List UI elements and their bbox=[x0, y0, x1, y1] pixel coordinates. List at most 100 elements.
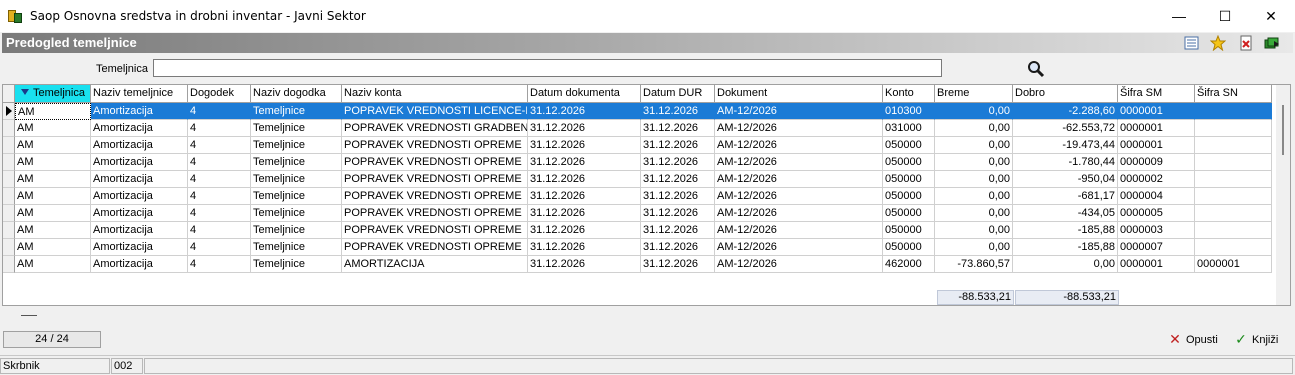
row-indicator[interactable] bbox=[3, 154, 15, 171]
table-cell[interactable]: AM bbox=[15, 137, 91, 154]
table-cell[interactable]: Amortizacija bbox=[91, 171, 188, 188]
table-cell[interactable]: -1.780,44 bbox=[1013, 154, 1118, 171]
table-cell[interactable]: 31.12.2026 bbox=[528, 239, 641, 256]
table-cell[interactable]: 0000001 bbox=[1118, 120, 1195, 137]
table-cell[interactable]: 4 bbox=[188, 171, 251, 188]
table-cell[interactable]: 031000 bbox=[883, 120, 935, 137]
table-cell[interactable]: 31.12.2026 bbox=[528, 137, 641, 154]
post-button[interactable]: ✓ Knjiži bbox=[1234, 330, 1278, 350]
table-cell[interactable]: 31.12.2026 bbox=[641, 239, 715, 256]
table-row[interactable]: AM Amortizacija 4 Temeljnice POPRAVEK VREDNO… bbox=[3, 171, 1272, 188]
table-cell[interactable]: 31.12.2026 bbox=[528, 256, 641, 273]
search-input[interactable] bbox=[153, 59, 942, 77]
table-cell[interactable]: AM bbox=[15, 154, 91, 171]
column-header-6[interactable]: Datum DUR bbox=[641, 85, 715, 103]
table-cell[interactable]: 0,00 bbox=[935, 120, 1013, 137]
table-cell[interactable]: 31.12.2026 bbox=[641, 120, 715, 137]
table-cell[interactable]: 4 bbox=[188, 120, 251, 137]
column-header-12[interactable]: Šifra SN bbox=[1195, 85, 1272, 103]
column-header-4[interactable]: Naziv konta bbox=[342, 85, 528, 103]
close-button[interactable]: ✕ bbox=[1248, 0, 1294, 32]
table-cell[interactable]: 31.12.2026 bbox=[641, 154, 715, 171]
table-row[interactable]: AM Amortizacija 4 Temeljnice POPRAVEK VREDNO… bbox=[3, 103, 1272, 120]
row-indicator[interactable] bbox=[3, 256, 15, 273]
table-cell[interactable]: AM bbox=[15, 171, 91, 188]
table-cell[interactable]: Amortizacija bbox=[91, 137, 188, 154]
table-cell[interactable]: Amortizacija bbox=[91, 205, 188, 222]
table-cell[interactable]: 0000002 bbox=[1118, 171, 1195, 188]
table-cell[interactable] bbox=[1195, 120, 1272, 137]
column-header-5[interactable]: Datum dokumenta bbox=[528, 85, 641, 103]
table-cell[interactable]: 050000 bbox=[883, 171, 935, 188]
table-cell[interactable]: 31.12.2026 bbox=[528, 188, 641, 205]
table-cell[interactable]: Temeljnice bbox=[251, 120, 342, 137]
table-cell[interactable]: 0,00 bbox=[935, 171, 1013, 188]
column-header-7[interactable]: Dokument bbox=[715, 85, 883, 103]
table-cell[interactable]: 0000009 bbox=[1118, 154, 1195, 171]
maximize-button[interactable]: ☐ bbox=[1202, 0, 1248, 32]
table-cell[interactable]: 31.12.2026 bbox=[641, 188, 715, 205]
row-indicator[interactable] bbox=[3, 222, 15, 239]
table-cell[interactable]: 4 bbox=[188, 137, 251, 154]
table-cell[interactable]: AM-12/2026 bbox=[715, 154, 883, 171]
table-cell[interactable]: 4 bbox=[188, 205, 251, 222]
table-cell[interactable]: 050000 bbox=[883, 137, 935, 154]
table-row[interactable]: AM Amortizacija 4 Temeljnice AMORTIZACIJA 31.… bbox=[3, 256, 1272, 273]
table-cell[interactable]: Temeljnice bbox=[251, 256, 342, 273]
table-cell[interactable]: 0,00 bbox=[935, 205, 1013, 222]
table-cell[interactable]: Temeljnice bbox=[251, 222, 342, 239]
favorite-star-icon[interactable] bbox=[1210, 35, 1226, 51]
table-cell[interactable]: 4 bbox=[188, 154, 251, 171]
table-row[interactable]: AM Amortizacija 4 Temeljnice POPRAVEK VREDNO… bbox=[3, 188, 1272, 205]
table-cell[interactable]: POPRAVEK VREDNOSTI OPREME bbox=[342, 205, 528, 222]
table-cell[interactable]: 4 bbox=[188, 256, 251, 273]
table-cell[interactable]: 4 bbox=[188, 103, 251, 120]
table-cell[interactable]: 0,00 bbox=[935, 103, 1013, 120]
vertical-scrollbar[interactable] bbox=[1276, 85, 1290, 305]
table-cell[interactable]: -19.473,44 bbox=[1013, 137, 1118, 154]
table-cell[interactable] bbox=[1195, 171, 1272, 188]
table-cell[interactable]: 050000 bbox=[883, 205, 935, 222]
table-cell[interactable] bbox=[1195, 222, 1272, 239]
table-cell[interactable]: 31.12.2026 bbox=[528, 205, 641, 222]
table-cell[interactable]: Temeljnice bbox=[251, 188, 342, 205]
table-cell[interactable]: AM bbox=[15, 188, 91, 205]
table-cell[interactable]: AM bbox=[15, 256, 91, 273]
table-cell[interactable]: Temeljnice bbox=[251, 137, 342, 154]
table-row[interactable]: AM Amortizacija 4 Temeljnice POPRAVEK VREDNO… bbox=[3, 137, 1272, 154]
table-cell[interactable]: 31.12.2026 bbox=[528, 103, 641, 120]
table-cell[interactable]: 0000001 bbox=[1118, 256, 1195, 273]
table-cell[interactable]: 31.12.2026 bbox=[641, 205, 715, 222]
table-cell[interactable]: 31.12.2026 bbox=[641, 256, 715, 273]
table-cell[interactable]: 0000007 bbox=[1118, 239, 1195, 256]
scrollbar-thumb[interactable] bbox=[1282, 105, 1284, 155]
table-cell[interactable]: AM-12/2026 bbox=[715, 171, 883, 188]
table-cell[interactable]: 0,00 bbox=[935, 188, 1013, 205]
table-cell[interactable]: 0,00 bbox=[935, 222, 1013, 239]
minimize-button[interactable]: — bbox=[1156, 0, 1202, 32]
table-cell[interactable]: POPRAVEK VREDNOSTI OPREME bbox=[342, 137, 528, 154]
table-cell[interactable]: POPRAVEK VREDNOSTI LICENCE-Prog bbox=[342, 103, 528, 120]
column-header-0[interactable]: Temeljnica bbox=[15, 85, 91, 103]
table-cell[interactable]: 0000001 bbox=[1195, 256, 1272, 273]
column-header-1[interactable]: Naziv temeljnice bbox=[91, 85, 188, 103]
table-cell[interactable]: AM-12/2026 bbox=[715, 239, 883, 256]
row-indicator[interactable] bbox=[3, 120, 15, 137]
row-indicator[interactable] bbox=[3, 171, 15, 188]
table-cell[interactable]: AM-12/2026 bbox=[715, 103, 883, 120]
table-cell[interactable]: 31.12.2026 bbox=[528, 154, 641, 171]
table-cell[interactable]: -73.860,57 bbox=[935, 256, 1013, 273]
table-cell[interactable]: AM-12/2026 bbox=[715, 120, 883, 137]
table-cell[interactable]: AM bbox=[15, 222, 91, 239]
row-indicator[interactable] bbox=[3, 239, 15, 256]
table-cell[interactable]: AM-12/2026 bbox=[715, 137, 883, 154]
table-cell[interactable]: 31.12.2026 bbox=[528, 222, 641, 239]
table-cell[interactable]: Amortizacija bbox=[91, 256, 188, 273]
table-cell[interactable]: POPRAVEK VREDNOSTI GRADBENIH O bbox=[342, 120, 528, 137]
column-header-11[interactable]: Šifra SM bbox=[1118, 85, 1195, 103]
table-cell[interactable]: 4 bbox=[188, 239, 251, 256]
column-header-2[interactable]: Dogodek bbox=[188, 85, 251, 103]
table-row[interactable]: AM Amortizacija 4 Temeljnice POPRAVEK VREDNO… bbox=[3, 205, 1272, 222]
row-indicator[interactable] bbox=[3, 188, 15, 205]
table-cell[interactable]: POPRAVEK VREDNOSTI OPREME bbox=[342, 239, 528, 256]
